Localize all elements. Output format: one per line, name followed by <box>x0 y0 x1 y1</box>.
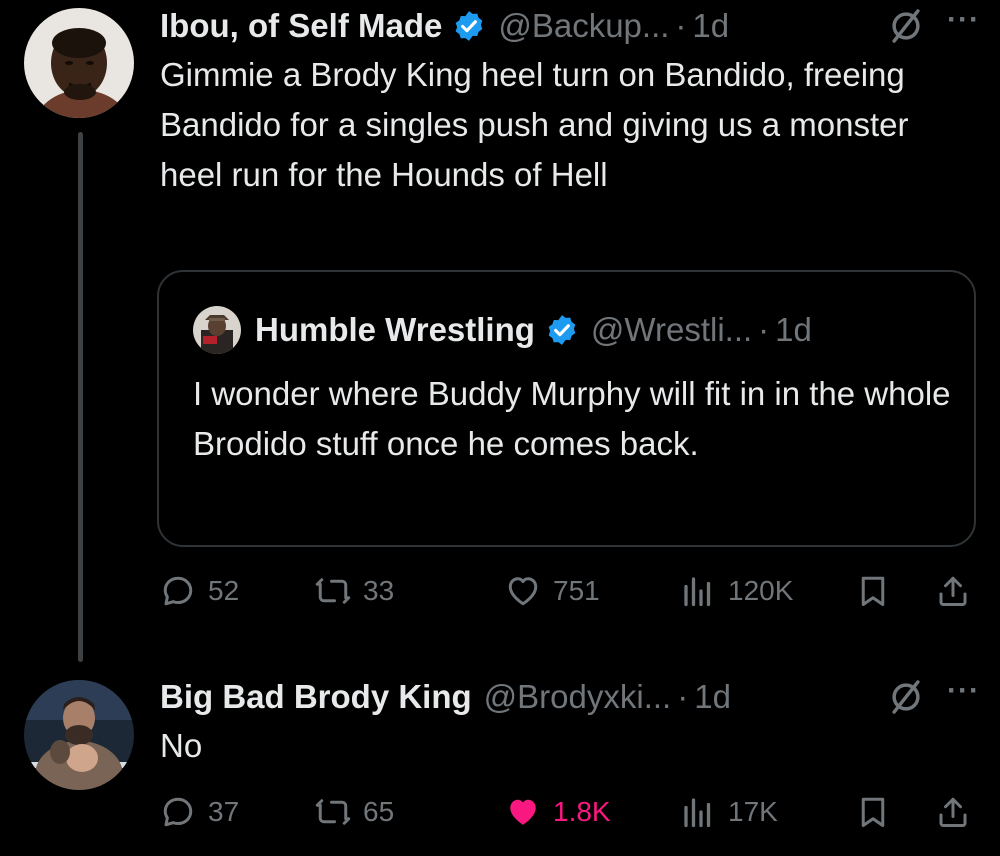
more-options-icon[interactable]: ··· <box>947 3 980 37</box>
author-name[interactable]: Ibou, of Self Made <box>160 7 442 45</box>
grok-icon[interactable] <box>887 678 925 716</box>
tweet-header: Ibou, of Self Made @Backup... · 1d ··· <box>160 3 980 48</box>
repost-icon <box>315 799 351 825</box>
like-count: 751 <box>553 575 600 606</box>
repost-button[interactable]: 33 <box>315 568 394 614</box>
timestamp[interactable]: 1d <box>692 7 729 45</box>
quoted-avatar-image <box>193 306 241 354</box>
quoted-tweet-header: Humble Wrestling @Wrestli... · 1d <box>193 306 812 354</box>
views-button[interactable]: 17K <box>680 789 778 835</box>
quoted-author-handle[interactable]: @Wrestli... <box>591 311 752 349</box>
tweet-text: Gimmie a Brody King heel turn on Bandido… <box>160 56 909 193</box>
action-bar: 37 65 1.8K 17K <box>160 789 980 835</box>
author-handle[interactable]: @Brodyxki... <box>484 678 672 716</box>
views-button[interactable]: 120K <box>680 568 793 614</box>
reply-count: 37 <box>208 796 240 827</box>
avatar-image <box>24 680 134 790</box>
repost-icon <box>315 578 351 604</box>
views-count: 17K <box>728 796 778 827</box>
tweet-text: No <box>160 727 203 764</box>
bookmark-icon <box>861 797 885 827</box>
avatar-image <box>24 8 134 118</box>
heart-filled-icon <box>510 799 536 825</box>
separator-dot: · <box>675 7 687 44</box>
reply-icon <box>163 576 193 606</box>
bookmark-button[interactable] <box>855 789 891 835</box>
repost-button[interactable]: 65 <box>315 789 394 835</box>
separator-dot: · <box>758 311 770 348</box>
bookmark-button[interactable] <box>855 568 891 614</box>
share-icon <box>939 576 967 606</box>
action-bar: 52 33 751 120K <box>160 568 980 614</box>
views-chart-icon <box>684 577 711 607</box>
quoted-author-name[interactable]: Humble Wrestling <box>255 311 535 349</box>
tweet-header: Big Bad Brody King @Brodyxki... · 1d ··· <box>160 674 980 719</box>
grok-icon[interactable] <box>887 7 925 45</box>
quoted-tweet-card[interactable]: Humble Wrestling @Wrestli... · 1d I wond… <box>157 270 976 547</box>
quoted-timestamp[interactable]: 1d <box>775 311 812 349</box>
timestamp[interactable]: 1d <box>694 678 731 716</box>
views-count: 120K <box>728 575 794 606</box>
verified-badge-icon <box>456 11 483 41</box>
tweet[interactable]: Big Bad Brody King @Brodyxki... · 1d ···… <box>160 674 980 771</box>
bookmark-icon <box>861 576 885 606</box>
more-options-icon[interactable]: ··· <box>947 674 980 708</box>
reply-button[interactable]: 37 <box>160 789 239 835</box>
author-handle[interactable]: @Backup... <box>498 7 669 45</box>
quoted-avatar[interactable] <box>193 306 241 354</box>
share-button[interactable] <box>935 789 971 835</box>
repost-count: 65 <box>363 796 395 827</box>
repost-count: 33 <box>363 575 395 606</box>
heart-icon <box>508 577 538 606</box>
share-icon <box>939 797 967 827</box>
reply-icon <box>163 797 193 827</box>
tweet[interactable]: Ibou, of Self Made @Backup... · 1d ··· G… <box>160 3 980 200</box>
reply-button[interactable]: 52 <box>160 568 239 614</box>
separator-dot: · <box>677 678 689 715</box>
avatar[interactable] <box>24 680 134 790</box>
author-name[interactable]: Big Bad Brody King <box>160 678 472 716</box>
quoted-tweet-text: I wonder where Buddy Murphy will fit in … <box>193 375 951 462</box>
like-button[interactable]: 1.8K <box>505 789 611 835</box>
thread-connector-line <box>78 132 83 662</box>
share-button[interactable] <box>935 568 971 614</box>
reply-count: 52 <box>208 575 240 606</box>
verified-badge-icon <box>548 315 576 345</box>
views-chart-icon <box>684 798 711 828</box>
like-button[interactable]: 751 <box>505 568 600 614</box>
avatar[interactable] <box>24 8 134 118</box>
like-count: 1.8K <box>553 796 611 827</box>
